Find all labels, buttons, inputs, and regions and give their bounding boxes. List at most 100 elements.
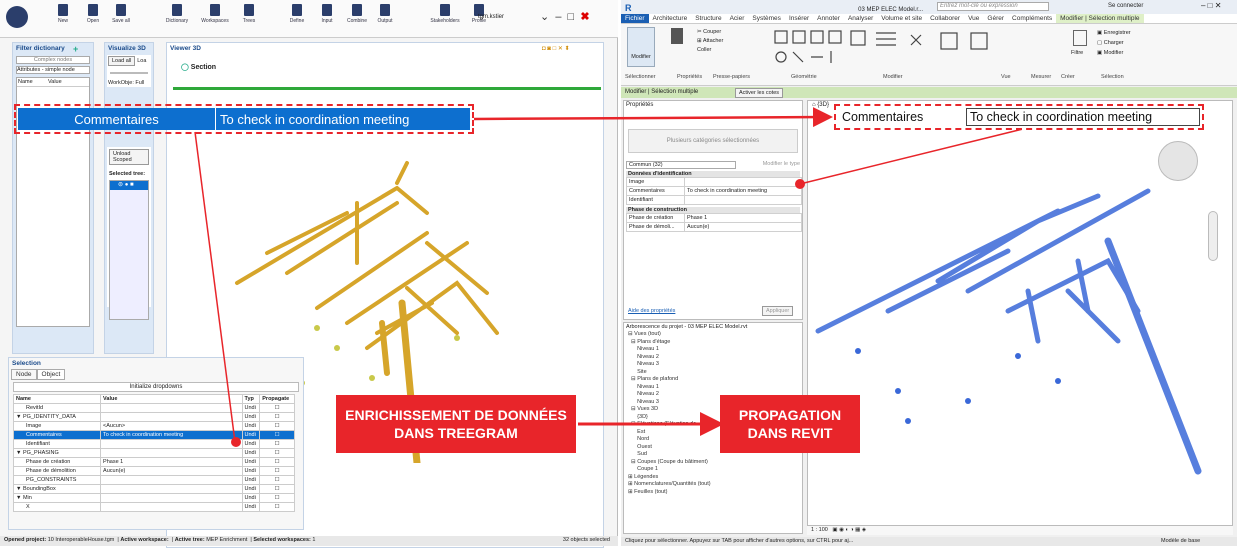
tab-object[interactable]: Object (36, 369, 66, 380)
tab-0[interactable]: Fichier (621, 14, 649, 23)
table-row[interactable]: X Undi ☐ (12, 502, 295, 512)
table-row[interactable]: ▼ BoundingBox Undi ☐ (12, 484, 295, 494)
browser-item[interactable]: ⊞ Nomenclatures/Quantités (tout) (628, 481, 802, 489)
table-row[interactable]: Identifiant Undi ☐ (12, 439, 295, 449)
property-value[interactable] (684, 195, 802, 205)
search-input[interactable]: Entrez mot-clé ou expression (937, 2, 1049, 11)
propagate-checkbox[interactable]: ☐ (275, 432, 280, 438)
property-value[interactable]: Phase 1 (684, 213, 802, 223)
activer-cotes-button[interactable]: Activer les cotes (735, 88, 784, 98)
table-row[interactable]: Commentaires To check in coordination mee… (12, 430, 295, 440)
initialize-dropdowns-button[interactable]: Initialize dropdowns (13, 382, 299, 392)
table-row[interactable]: ▼ Min Undi ☐ (12, 493, 295, 503)
tab-2[interactable]: Structure (691, 14, 725, 23)
toolbar-combine-button[interactable]: Combine (342, 4, 372, 24)
browser-item[interactable]: Niveau 1 (628, 346, 802, 354)
property-row[interactable]: Identifiant (626, 195, 802, 205)
browser-item[interactable]: ⊟ Plans de plafond (628, 376, 802, 384)
window-controls[interactable]: ⌄ – □ ✖ (540, 10, 590, 23)
tab-13[interactable]: Modifier | Sélection multiple (1056, 14, 1144, 23)
property-value[interactable]: To check in coordination meeting (684, 186, 802, 196)
filter-button[interactable]: Filtre (1071, 50, 1083, 56)
toolbar-stakeholders-button[interactable]: Stakeholders (430, 4, 460, 24)
tab-4[interactable]: Systèmes (748, 14, 785, 23)
grid-header[interactable]: Value (100, 394, 243, 404)
property-row[interactable]: Image (626, 177, 802, 187)
table-row[interactable]: ▼ PG_IDENTITY_DATA Undi ☐ (12, 412, 295, 422)
propagate-checkbox[interactable]: ☐ (275, 486, 280, 492)
tab-5[interactable]: Insérer (785, 14, 813, 23)
property-row[interactable]: Phase de création Phase 1 (626, 213, 802, 223)
propagate-checkbox[interactable]: ☐ (275, 459, 280, 465)
toolbar-open-button[interactable]: Open (78, 4, 108, 24)
tab-9[interactable]: Collaborer (926, 14, 964, 23)
clipboard-group[interactable]: ✂ Couper ⊞ Attacher Coller (697, 28, 723, 55)
add-icon[interactable]: + (73, 44, 78, 54)
propagate-checkbox[interactable]: ☐ (275, 468, 280, 474)
browser-item[interactable]: ⊟ Vues (tout) (628, 331, 802, 339)
attributes-select[interactable]: Attributes - simple node (16, 66, 90, 74)
load-tab[interactable]: Loa (137, 58, 146, 64)
grid-header[interactable]: Name (12, 394, 102, 404)
modify-button[interactable]: Modifier (627, 27, 655, 67)
edit-type-button[interactable]: Modifier le type (763, 161, 800, 169)
apply-button[interactable]: Appliquer (762, 306, 794, 316)
toolbar-save-all-button[interactable]: Save all (106, 4, 136, 24)
table-row[interactable]: Phase de démolition Aucun(e) Undi ☐ (12, 466, 295, 476)
load-all-button[interactable]: Load all (108, 56, 136, 66)
tab-3[interactable]: Acier (726, 14, 749, 23)
browser-item[interactable]: Niveau 1 (628, 384, 802, 392)
toolbar-new-button[interactable]: New (48, 4, 78, 24)
toolbar-workspaces-button[interactable]: Workspaces (200, 4, 230, 24)
tab-11[interactable]: Gérer (983, 14, 1008, 23)
propagate-checkbox[interactable]: ☐ (275, 441, 280, 447)
tree-node-icon[interactable]: ⊜ ● ■ (110, 181, 148, 190)
tab-node[interactable]: Node (11, 369, 37, 380)
viewer-tools-icon[interactable]: ◘ ◙ □ ✕ ⬍ (542, 45, 570, 52)
propagate-checkbox[interactable]: ☐ (275, 450, 280, 456)
table-row[interactable]: Image <Aucun> Undi ☐ (12, 421, 295, 431)
browser-item[interactable]: Coupe 1 (628, 466, 802, 474)
revit-window-controls[interactable]: – □ ✕ (1201, 1, 1221, 10)
blue-model-canvas[interactable] (808, 141, 1208, 521)
browser-item[interactable]: ⊟ Coupes (Coupe du bâtiment) (628, 459, 802, 467)
toolbar-output-button[interactable]: Output (370, 4, 400, 24)
section-toggle[interactable]: ◯ Section (181, 63, 216, 71)
browser-item[interactable]: Site (628, 369, 802, 377)
browser-item[interactable]: ⊟ Plans d'étage (628, 339, 802, 347)
browser-item[interactable]: Niveau 2 (628, 354, 802, 362)
navigation-bar[interactable] (1208, 211, 1218, 261)
full-label[interactable]: Full (135, 80, 144, 86)
property-value[interactable]: Aucun(e) (684, 222, 802, 232)
propagate-checkbox[interactable]: ☐ (275, 423, 280, 429)
property-value[interactable] (684, 177, 802, 187)
table-row[interactable]: PG_CONSTRAINTS Undi ☐ (12, 475, 295, 485)
table-row[interactable]: Phase de création Phase 1 Undi ☐ (12, 457, 295, 467)
browser-item[interactable]: ⊞ Feuilles (tout) (628, 489, 802, 497)
ribbon-tools-icons[interactable] (771, 27, 1041, 69)
filter-icon[interactable] (1073, 30, 1087, 46)
propagate-checkbox[interactable]: ☐ (275, 504, 280, 510)
propagate-checkbox[interactable]: ☐ (275, 405, 280, 411)
properties-help-link[interactable]: Aide des propriétés (628, 308, 675, 314)
tab-1[interactable]: Architecture (649, 14, 692, 23)
properties-icon[interactable] (671, 28, 683, 44)
tab-10[interactable]: Vue (964, 14, 983, 23)
toolbar-dictionary-button[interactable]: Dictionary (162, 4, 192, 24)
table-row[interactable]: ▼ PG_PHASING Undi ☐ (12, 448, 295, 458)
propagate-checkbox[interactable]: ☐ (275, 477, 280, 483)
property-row[interactable]: Phase de démoli... Aucun(e) (626, 222, 802, 232)
toolbar-trees-button[interactable]: Trees (234, 4, 264, 24)
table-row[interactable]: RevitId Undi ☐ (12, 403, 295, 413)
tab-6[interactable]: Annoter (813, 14, 844, 23)
browser-item[interactable]: Niveau 3 (628, 361, 802, 369)
complex-nodes-field[interactable]: Complex nodes (16, 56, 90, 64)
toolbar-input-button[interactable]: Input (312, 4, 342, 24)
tab-8[interactable]: Volume et site (877, 14, 926, 23)
browser-item[interactable]: ⊞ Légendes (628, 474, 802, 482)
grid-header[interactable]: Typ (241, 394, 261, 404)
tab-12[interactable]: Compléments (1008, 14, 1056, 23)
propagate-checkbox[interactable]: ☐ (275, 495, 280, 501)
toolbar-define-button[interactable]: Define (282, 4, 312, 24)
connect-link[interactable]: Se connecter (1108, 3, 1143, 9)
